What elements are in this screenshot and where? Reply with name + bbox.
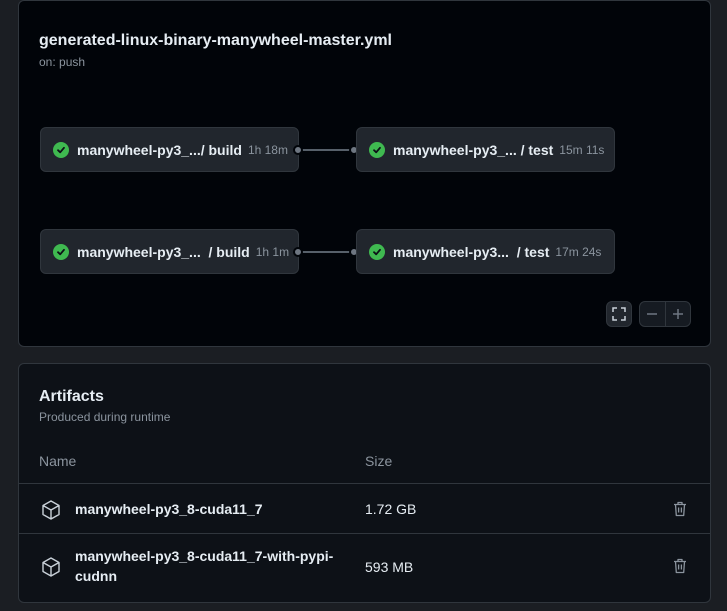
job-test-1[interactable]: manywheel-py3_... / test 15m 11s xyxy=(356,127,615,172)
connector-dot xyxy=(293,247,303,257)
column-header-size: Size xyxy=(365,453,393,469)
job-duration: 15m 11s xyxy=(559,142,605,157)
success-check-icon xyxy=(369,243,385,260)
zoom-out-button[interactable] xyxy=(640,302,665,326)
workflow-graph-panel: generated-linux-binary-manywheel-master.… xyxy=(18,0,711,347)
job-name: manywheel-py3_... / build xyxy=(77,243,250,260)
job-name: manywheel-py3... / test xyxy=(393,243,550,260)
workflow-title: generated-linux-binary-manywheel-master.… xyxy=(39,32,392,49)
success-check-icon xyxy=(369,141,385,158)
zoom-in-button[interactable] xyxy=(664,302,691,326)
artifacts-subtitle: Produced during runtime xyxy=(39,410,171,424)
job-name: manywheel-py3_.../ build xyxy=(77,141,242,158)
artifact-name-link[interactable]: manywheel-py3_8-cuda11_7-with-pypi- cudn… xyxy=(75,546,355,586)
job-duration: 1h 18m xyxy=(247,142,288,157)
column-header-name: Name xyxy=(39,453,77,469)
package-icon xyxy=(42,557,60,577)
artifact-name-link[interactable]: manywheel-py3_8-cuda11_7 xyxy=(75,499,263,519)
artifacts-title: Artifacts xyxy=(39,388,104,405)
artifact-size: 1.72 GB xyxy=(365,501,417,517)
fullscreen-icon xyxy=(612,307,626,321)
job-build-1[interactable]: manywheel-py3_.../ build 1h 18m xyxy=(40,127,299,172)
zoom-controls xyxy=(639,301,691,327)
artifact-size: 593 MB xyxy=(365,559,414,575)
job-duration: 1h 1m xyxy=(255,244,290,259)
trash-icon[interactable] xyxy=(673,558,687,574)
artifact-name-line: cudnn xyxy=(75,568,117,584)
workflow-trigger: on: push xyxy=(39,55,86,69)
job-test-2[interactable]: manywheel-py3... / test 17m 24s xyxy=(356,229,615,274)
plus-icon xyxy=(672,309,683,319)
job-duration: 17m 24s xyxy=(555,244,602,259)
job-name: manywheel-py3_... / test xyxy=(393,141,554,158)
trash-icon[interactable] xyxy=(673,501,687,517)
package-icon xyxy=(42,500,60,520)
job-build-2[interactable]: manywheel-py3_... / build 1h 1m xyxy=(40,229,299,274)
success-check-icon xyxy=(53,243,69,260)
artifact-row: manywheel-py3_8-cuda11_7 1.72 GB xyxy=(19,483,710,533)
success-check-icon xyxy=(53,141,69,158)
artifacts-panel: Artifacts Produced during runtime Name S… xyxy=(18,363,711,603)
connector-dot xyxy=(293,145,303,155)
fullscreen-button[interactable] xyxy=(606,301,632,327)
artifact-name-line: manywheel-py3_8-cuda11_7-with-pypi- xyxy=(75,548,334,564)
artifact-row: manywheel-py3_8-cuda11_7-with-pypi- cudn… xyxy=(19,533,710,603)
minus-icon xyxy=(647,313,658,315)
